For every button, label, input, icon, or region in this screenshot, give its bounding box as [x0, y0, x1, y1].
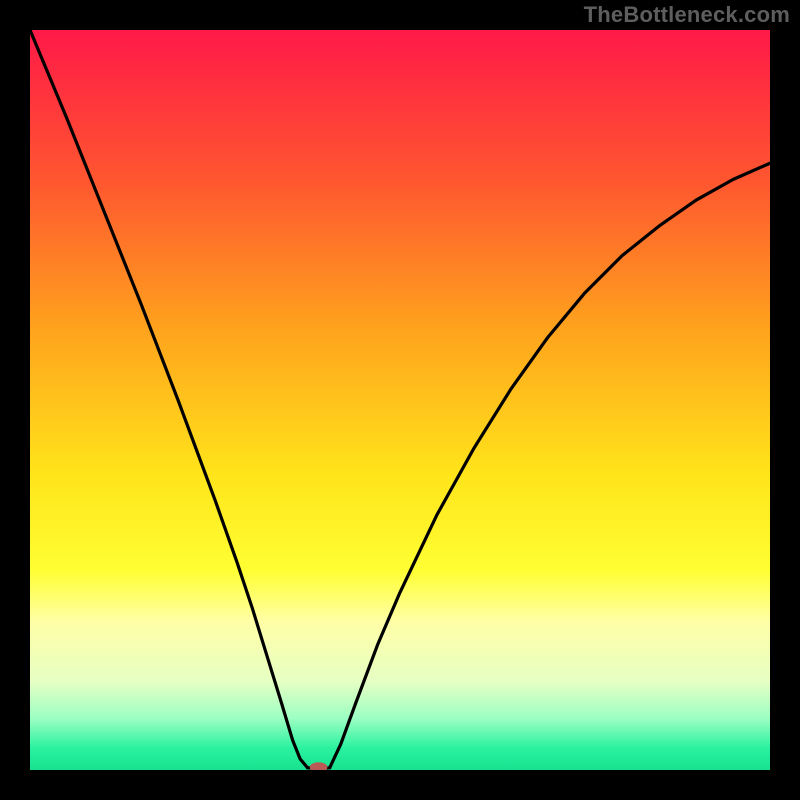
- gradient-background: [30, 30, 770, 770]
- watermark-text: TheBottleneck.com: [584, 2, 790, 28]
- chart-frame: TheBottleneck.com: [0, 0, 800, 800]
- plot-area: [30, 30, 770, 770]
- plot-svg: [30, 30, 770, 770]
